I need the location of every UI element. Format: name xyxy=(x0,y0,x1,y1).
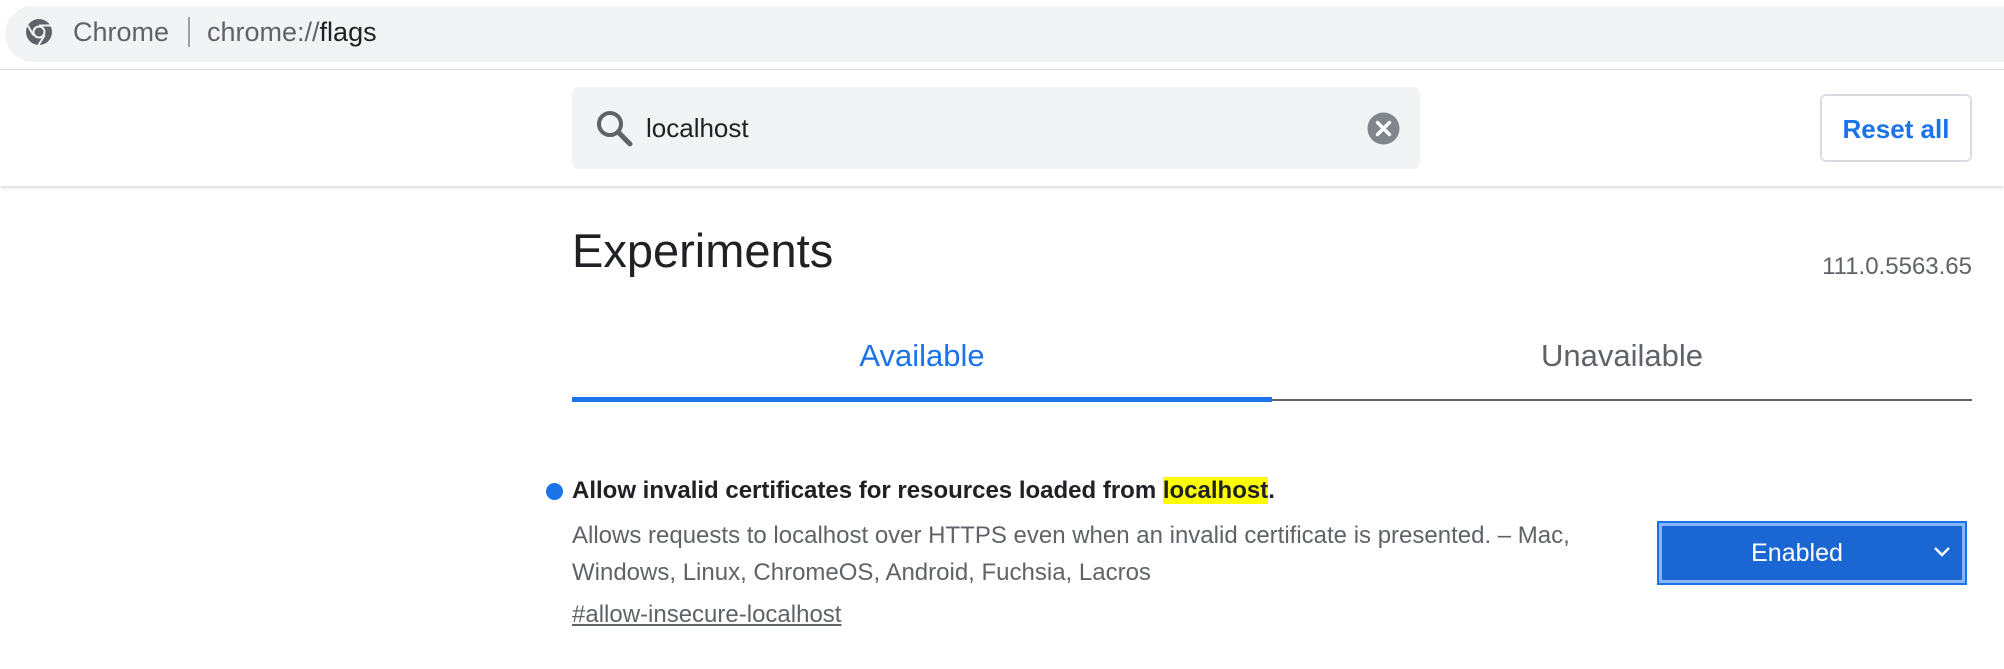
search-icon xyxy=(597,111,633,147)
omnibox-separator xyxy=(188,17,190,47)
modified-indicator-dot xyxy=(546,483,563,500)
tab-available[interactable]: Available xyxy=(572,325,1272,403)
chrome-icon xyxy=(26,19,52,47)
flag-state-value: Enabled xyxy=(1751,539,1843,567)
chrome-version: 111.0.5563.65 xyxy=(1822,253,1972,280)
flag-title-end: . xyxy=(1268,477,1275,504)
flag-permalink[interactable]: #allow-insecure-localhost xyxy=(572,598,841,632)
chevron-down-icon xyxy=(1934,547,1950,557)
flag-title: Allow invalid certificates for resources… xyxy=(572,474,1275,508)
reset-all-button[interactable]: Reset all xyxy=(1820,94,1972,162)
omnibox-app-name: Chrome xyxy=(73,17,170,47)
search-input[interactable] xyxy=(646,107,1346,149)
clear-icon[interactable] xyxy=(1367,112,1400,145)
tab-unavailable[interactable]: Unavailable xyxy=(1272,325,1972,403)
page-title: Experiments xyxy=(572,224,834,277)
flag-state-select[interactable]: Enabled xyxy=(1657,521,1967,585)
url-scheme: chrome:// xyxy=(207,17,320,47)
tab-bar-underline xyxy=(1272,399,1972,401)
active-tab-indicator xyxy=(572,397,1272,402)
omnibox-url[interactable]: chrome://flags xyxy=(207,15,377,49)
flag-description: Allows requests to localhost over HTTPS … xyxy=(572,522,1570,586)
url-path: flags xyxy=(319,17,377,47)
search-match-highlight: localhost xyxy=(1162,477,1269,504)
flag-title-text: Allow invalid certificates for resources… xyxy=(572,477,1163,504)
